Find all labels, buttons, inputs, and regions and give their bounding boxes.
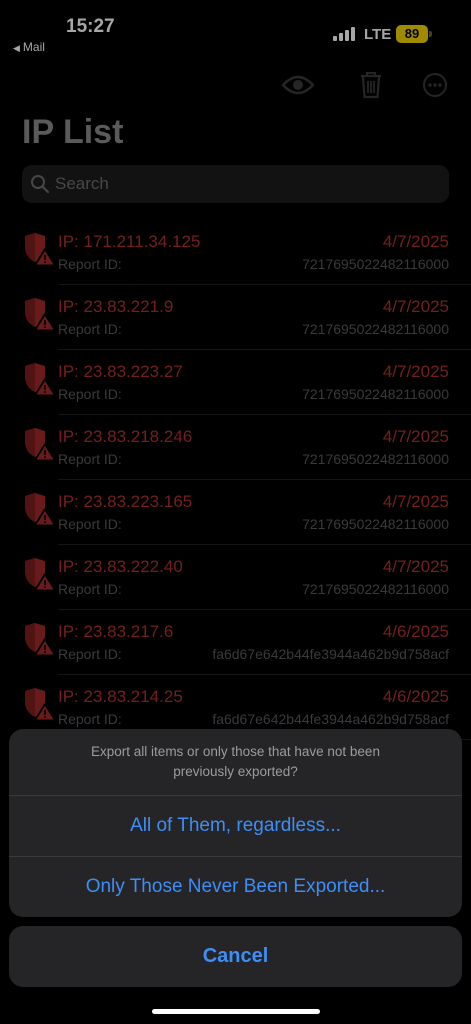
export-action-sheet: Export all items or only those that have… bbox=[9, 729, 462, 917]
action-sheet-message: Export all items or only those that have… bbox=[91, 744, 380, 779]
export-all-button[interactable]: All of Them, regardless... bbox=[9, 795, 462, 856]
home-indicator[interactable] bbox=[152, 1009, 320, 1014]
cancel-button[interactable]: Cancel bbox=[9, 926, 462, 987]
export-new-only-button[interactable]: Only Those Never Been Exported... bbox=[9, 856, 462, 917]
